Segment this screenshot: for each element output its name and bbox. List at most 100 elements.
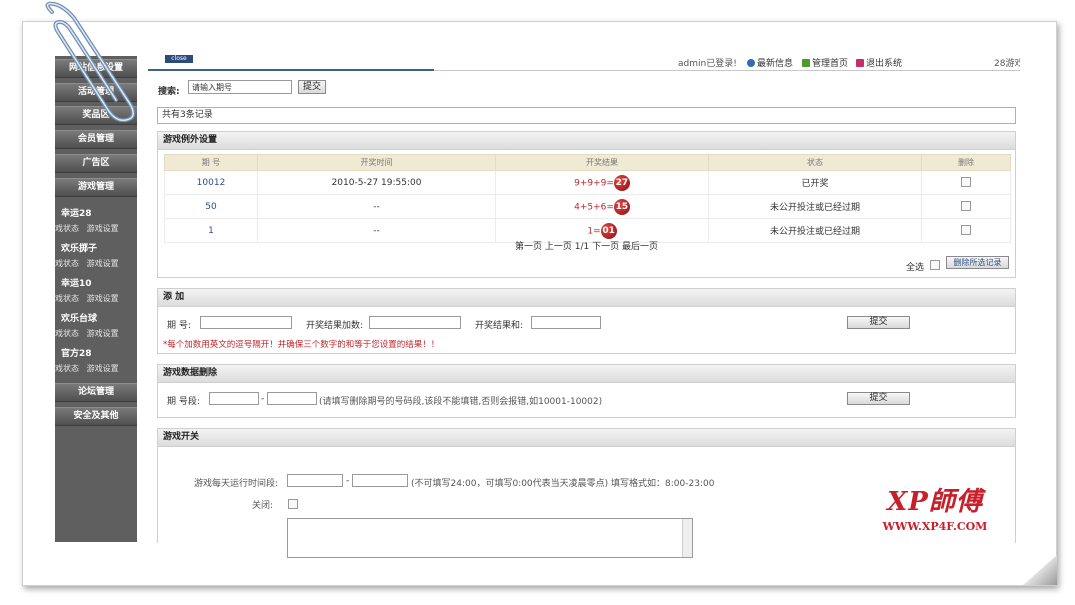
game-settings-link[interactable]: 游戏设置 bbox=[87, 224, 119, 233]
game-settings-link[interactable]: 游戏设置 bbox=[87, 259, 119, 268]
table-row: 50 -- 4+5+6= 15 未公开投注或已经过期 bbox=[164, 194, 1011, 219]
time-range-label: 游戏每天运行时间段: bbox=[194, 479, 279, 489]
close-label: 关闭: bbox=[252, 501, 274, 511]
sum-label: 开奖结果和: bbox=[475, 321, 524, 331]
record-count: 共有3条记录 bbox=[157, 107, 1016, 124]
addend-input[interactable] bbox=[369, 316, 461, 329]
panel-title: 添 加 bbox=[158, 289, 1015, 307]
delete-selected-button[interactable]: 删除所选记录 bbox=[946, 256, 1009, 269]
table-row: 10012 2010-5-27 19:55:00 9+9+9= 27 已开奖 bbox=[164, 170, 1011, 195]
result-expr: 4+5+6= bbox=[574, 202, 614, 212]
panel-title: 游戏开关 bbox=[158, 429, 1015, 447]
exceptions-table: 期 号 开奖时间 开奖结果 状态 删除 10012 2010-5-27 19:5… bbox=[164, 154, 1011, 243]
status-cell: 未公开投注或已经过期 bbox=[708, 194, 922, 219]
paperclip-icon bbox=[45, 1, 136, 123]
result-ball: 27 bbox=[613, 174, 630, 191]
col-status: 状态 bbox=[708, 154, 922, 171]
range-start-input[interactable] bbox=[209, 392, 259, 405]
add-panel: 添 加 期 号: 开奖结果加数: 开奖结果和: 提交 *每个加数用英文的逗号隔开… bbox=[157, 288, 1016, 354]
nav-admin-home[interactable]: 管理首页 bbox=[802, 56, 848, 69]
range-hint: (请填写删除期号的号码段,该段不能填错,否则会报错,如10001-10002) bbox=[319, 397, 603, 407]
game-settings-link[interactable]: 游戏设置 bbox=[87, 364, 119, 373]
qi-cell[interactable]: 50 bbox=[164, 194, 258, 219]
logout-icon bbox=[856, 59, 864, 67]
time-cell: 2010-5-27 19:55:00 bbox=[257, 170, 496, 195]
result-cell: 4+5+6= 15 bbox=[495, 194, 709, 219]
qi-input[interactable] bbox=[200, 316, 292, 329]
panel-title: 游戏数据删除 bbox=[158, 365, 1015, 383]
game-lucky10[interactable]: 幸运10 bbox=[61, 276, 92, 289]
watermark-logo: XP師傅 WWW.XP4F.COM bbox=[871, 471, 999, 539]
select-all-checkbox[interactable] bbox=[930, 260, 940, 270]
panel-title: 游戏例外设置 bbox=[158, 132, 1015, 150]
delete-checkbox[interactable] bbox=[961, 177, 971, 188]
close-checkbox[interactable] bbox=[288, 499, 298, 509]
game-notice-textarea[interactable] bbox=[287, 518, 693, 558]
range-end-input[interactable] bbox=[267, 392, 317, 405]
time-hint: (不可填写24:00，可填写0:00代表当天凌晨零点) 填写格式如：8:00-2… bbox=[411, 479, 715, 489]
close-button[interactable]: close bbox=[165, 55, 193, 63]
search-submit-button[interactable]: 提交 bbox=[298, 80, 326, 94]
game-status-link[interactable]: 戏状态 bbox=[55, 364, 79, 373]
header-divider bbox=[148, 69, 434, 71]
menu-ads[interactable]: 广告区 bbox=[55, 154, 137, 173]
sum-input[interactable] bbox=[531, 316, 601, 329]
admin-status: admin已登录! bbox=[678, 59, 737, 69]
home-icon bbox=[802, 59, 810, 67]
game-official28-links: 戏状态 游戏设置 bbox=[55, 363, 119, 374]
textarea-scrollbar[interactable] bbox=[682, 519, 692, 557]
menu-security[interactable]: 安全及其他 bbox=[55, 407, 137, 426]
game-dice-links: 戏状态 游戏设置 bbox=[55, 258, 119, 269]
game-lucky28-links: 戏状态 游戏设置 bbox=[55, 223, 119, 234]
time-cell: -- bbox=[257, 194, 496, 219]
add-submit-button[interactable]: 提交 bbox=[847, 316, 910, 329]
add-warning: *每个加数用英文的逗号隔开！并确保三个数字的和等于您设置的结果！！ bbox=[163, 340, 440, 350]
search-label: 搜索: bbox=[158, 87, 180, 97]
time-dash: - bbox=[346, 476, 350, 486]
col-delete: 删除 bbox=[921, 154, 1011, 171]
delete-checkbox[interactable] bbox=[961, 201, 971, 212]
col-qi: 期 号 bbox=[164, 154, 258, 171]
game-lucky28[interactable]: 幸运28 bbox=[61, 206, 92, 219]
result-cell: 9+9+9= 27 bbox=[495, 170, 709, 195]
game-status-link[interactable]: 戏状态 bbox=[55, 224, 79, 233]
col-time: 开奖时间 bbox=[257, 154, 496, 171]
status-cell: 已开奖 bbox=[708, 170, 922, 195]
game-settings-link[interactable]: 游戏设置 bbox=[87, 329, 119, 338]
menu-members[interactable]: 会员管理 bbox=[55, 130, 137, 149]
range-dash: - bbox=[261, 394, 265, 404]
time-start-input[interactable] bbox=[287, 474, 343, 487]
addend-label: 开奖结果加数: bbox=[306, 321, 364, 331]
delete-checkbox[interactable] bbox=[961, 225, 971, 236]
nav-logout[interactable]: 退出系统 bbox=[856, 56, 902, 69]
menu-game-management[interactable]: 游戏管理 bbox=[55, 178, 137, 197]
watermark-title: XP師傅 bbox=[887, 487, 983, 517]
game-status-link[interactable]: 戏状态 bbox=[55, 294, 79, 303]
delete-submit-button[interactable]: 提交 bbox=[847, 392, 910, 405]
qi-cell[interactable]: 10012 bbox=[164, 170, 258, 195]
header-divider-gray bbox=[434, 70, 1020, 71]
exceptions-panel: 游戏例外设置 期 号 开奖时间 开奖结果 状态 删除 10012 2010-5-… bbox=[157, 131, 1016, 278]
qi-label: 期 号: bbox=[167, 321, 191, 331]
select-all-label: 全选 bbox=[906, 263, 925, 273]
watermark-url: WWW.XP4F.COM bbox=[882, 520, 988, 533]
time-end-input[interactable] bbox=[352, 474, 408, 487]
result-expr: 9+9+9= bbox=[574, 178, 614, 188]
pager[interactable]: 第一页 上一页 1/1 下一页 最后一页 bbox=[158, 239, 1015, 252]
range-label: 期 号段: bbox=[167, 397, 200, 407]
game-status-link[interactable]: 戏状态 bbox=[55, 259, 79, 268]
nav-latest-info[interactable]: 最新信息 bbox=[747, 56, 793, 69]
site-title: 28游戏 bbox=[994, 59, 1020, 69]
game-status-link[interactable]: 戏状态 bbox=[55, 329, 79, 338]
game-settings-link[interactable]: 游戏设置 bbox=[87, 294, 119, 303]
result-expr: 1= bbox=[587, 226, 601, 236]
menu-forum[interactable]: 论坛管理 bbox=[55, 383, 137, 402]
game-billiards[interactable]: 欢乐台球 bbox=[61, 311, 97, 324]
col-result: 开奖结果 bbox=[495, 154, 709, 171]
sidebar: 网站信息设置 活动管理 奖品区 会员管理 广告区 游戏管理 幸运28 戏状态 游… bbox=[55, 56, 137, 542]
game-dice[interactable]: 欢乐掷子 bbox=[61, 241, 97, 254]
search-input[interactable] bbox=[188, 80, 292, 94]
game-official28[interactable]: 官方28 bbox=[61, 346, 92, 359]
game-lucky10-links: 戏状态 游戏设置 bbox=[55, 293, 119, 304]
info-icon bbox=[747, 59, 755, 67]
